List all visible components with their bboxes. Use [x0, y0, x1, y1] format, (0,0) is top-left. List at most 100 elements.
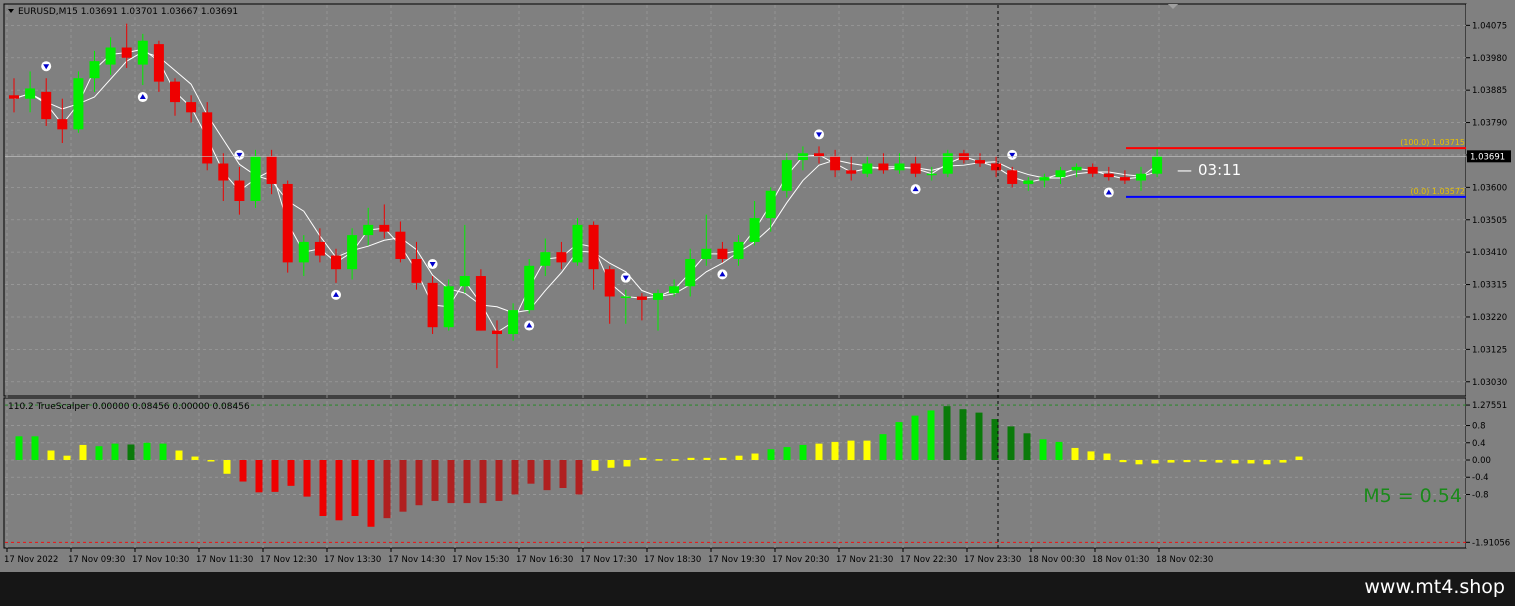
candle-body [1087, 166, 1098, 174]
candle-body [443, 286, 454, 328]
buy-arrow-icon [331, 289, 341, 300]
price-tick-label: 1.03220 [1472, 313, 1507, 323]
candle-body [556, 252, 567, 263]
histogram-bar [607, 460, 615, 468]
histogram-bar [1023, 433, 1031, 460]
candle-body [9, 95, 19, 99]
price-tick-label: 1.03980 [1472, 54, 1507, 64]
histogram-bar [95, 446, 103, 460]
buy-arrow-icon [524, 320, 535, 331]
histogram-bar [431, 460, 439, 501]
sell-arrow-icon [620, 272, 631, 283]
candle-body [459, 276, 470, 287]
candle-body [475, 276, 486, 331]
price-tick-label: 1.03030 [1472, 378, 1507, 388]
candle-body [910, 163, 921, 174]
histogram-bar [575, 460, 583, 495]
candle-body [41, 91, 52, 120]
candle [524, 258, 535, 314]
candle-body [669, 286, 680, 294]
candle-body [975, 160, 985, 164]
time-tick-label: 17 Nov 21:30 [836, 555, 893, 565]
buy-arrow-icon [1103, 187, 1114, 198]
histogram-bar [143, 442, 151, 460]
candle [942, 149, 953, 178]
histogram-bar [623, 460, 631, 467]
candle-body [314, 241, 325, 256]
histogram-bar [335, 460, 343, 521]
candle-body [572, 224, 583, 263]
price-tick-label: 1.04075 [1472, 21, 1507, 31]
candle-body [524, 265, 535, 311]
histogram-bar [527, 460, 535, 484]
histogram-bar [559, 460, 567, 488]
candle-body [137, 40, 148, 65]
time-tick-label: 17 Nov 10:30 [132, 555, 189, 565]
histogram-bar [79, 444, 87, 460]
candle-body [121, 47, 132, 58]
candle-body [73, 78, 84, 130]
candle-body [218, 163, 229, 181]
candle-body [282, 183, 293, 263]
candle-body [685, 258, 696, 287]
histogram-bar [1215, 460, 1223, 463]
candle-body [862, 163, 873, 174]
histogram-bar [287, 460, 295, 486]
histogram-bar [1231, 460, 1239, 464]
indicator-tick-label: -0.8 [1472, 490, 1489, 500]
time-tick-label: 17 Nov 22:30 [900, 555, 957, 565]
indicator-tick-label: 1.27551 [1472, 401, 1507, 411]
histogram-bar [655, 459, 663, 461]
candle [202, 102, 213, 171]
indicator-frame [3, 397, 1467, 549]
histogram-bar [783, 447, 791, 460]
histogram-bar [1119, 460, 1127, 463]
time-tick-label: 17 Nov 11:30 [196, 555, 253, 565]
time-tick-label: 17 Nov 14:30 [388, 555, 445, 565]
candle-body [846, 170, 857, 174]
candle-body [1071, 166, 1082, 171]
candle-body [1023, 180, 1034, 184]
histogram-bar [271, 460, 279, 492]
histogram-bar [719, 457, 727, 460]
time-tick-label: 17 Nov 09:30 [68, 555, 125, 565]
candle-body [620, 296, 631, 298]
footer-url[interactable]: www.mt4.shop [1364, 576, 1505, 598]
histogram-bar [479, 460, 487, 504]
candle-body [540, 252, 551, 266]
histogram-bar [751, 453, 759, 460]
candle-body [653, 293, 663, 300]
indicator-header: 110.2 TrueScalper 0.00000 0.08456 0.0000… [8, 402, 250, 412]
histogram-bar [735, 455, 743, 460]
histogram-bar [895, 422, 903, 460]
time-tick-label: 17 Nov 13:30 [324, 555, 381, 565]
candle-body [878, 163, 889, 171]
candle-body [234, 180, 245, 201]
candle-body [331, 255, 341, 270]
indicator-tick-label: 0.4 [1472, 439, 1486, 449]
timer-prefix: — [1177, 161, 1192, 179]
candle-body [427, 282, 438, 328]
sell-arrow-icon [1007, 149, 1018, 160]
candle-body [765, 190, 776, 219]
candle-body [57, 119, 68, 130]
candle-body [105, 47, 116, 65]
sell-arrow-icon [427, 259, 438, 270]
price-tick-label: 1.03125 [1472, 345, 1507, 355]
candle-body [508, 310, 519, 335]
candle-body [926, 173, 937, 176]
histogram-bar [687, 457, 695, 460]
histogram-bar [911, 415, 919, 460]
histogram-bar [127, 444, 135, 460]
candle-body [1103, 173, 1114, 178]
candle-body [701, 248, 712, 259]
histogram-bar [879, 434, 887, 460]
price-tick-label: 1.03790 [1472, 119, 1507, 129]
candle-body [604, 269, 615, 297]
indicator-tick-label: -1.91056 [1472, 538, 1510, 548]
histogram-bar [1279, 460, 1287, 463]
histogram-bar [495, 460, 503, 501]
histogram-bar [703, 457, 711, 460]
histogram-bar [111, 443, 119, 460]
trading-chart[interactable]: 1.040751.039801.038851.037901.036951.036… [0, 0, 1515, 572]
